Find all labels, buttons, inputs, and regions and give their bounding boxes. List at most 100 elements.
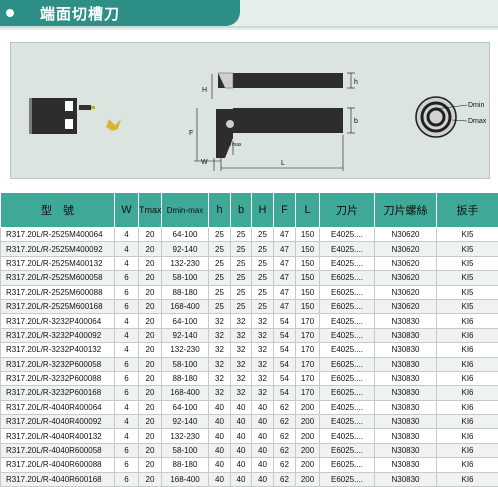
table-cell: 200: [296, 400, 320, 414]
table-cell: 20: [139, 357, 162, 371]
table-cell: 54: [274, 386, 296, 400]
table-cell: 4: [115, 429, 139, 443]
table-cell: 150: [296, 242, 320, 256]
table-row: R317.20L/R-3232P60005862058-100323232541…: [1, 357, 498, 371]
table-cell: 54: [274, 357, 296, 371]
model-cell: R317.20L/R-3232P600168: [1, 386, 115, 400]
table-row: R317.20L/R-3232P40009242092-140323232541…: [1, 328, 498, 342]
insert-chip-icon: [106, 119, 121, 131]
table-cell: 47: [274, 271, 296, 285]
table-cell: 4: [115, 228, 139, 242]
table-cell: 200: [296, 472, 320, 486]
table-cell: 20: [139, 458, 162, 472]
table-cell: 40: [209, 400, 231, 414]
table-row: R317.20L/R-2525M60008862088-180252525471…: [1, 285, 498, 299]
table-cell: KI6: [437, 314, 498, 328]
model-cell: R317.20L/R-4040R600168: [1, 472, 115, 486]
table-cell: 40: [209, 458, 231, 472]
table-cell: KI6: [437, 458, 498, 472]
model-cell: R317.20L/R-4040R400092: [1, 415, 115, 429]
table-cell: 32: [209, 343, 231, 357]
dim-label-dmin: Dmin: [468, 102, 484, 109]
table-cell: 47: [274, 285, 296, 299]
table-cell: 170: [296, 328, 320, 342]
table-cell: 62: [274, 415, 296, 429]
table-cell: N30620: [375, 271, 437, 285]
model-cell: R317.20L/R-4040R600088: [1, 458, 115, 472]
table-cell: 20: [139, 242, 162, 256]
table-cell: 20: [139, 386, 162, 400]
table-cell: 4: [115, 242, 139, 256]
table-cell: 40: [252, 443, 274, 457]
table-cell: 92-140: [162, 242, 209, 256]
table-cell: 62: [274, 472, 296, 486]
table-cell: KI5: [437, 285, 498, 299]
table-cell: 132-230: [162, 256, 209, 270]
table-cell: 62: [274, 400, 296, 414]
column-header: 扳手: [437, 193, 498, 228]
table-cell: 40: [252, 415, 274, 429]
model-cell: R317.20L/R-3232P400064: [1, 314, 115, 328]
table-cell: 64-100: [162, 400, 209, 414]
column-header: W: [115, 193, 139, 228]
table-cell: KI5: [437, 271, 498, 285]
table-cell: 150: [296, 256, 320, 270]
table-cell: 6: [115, 285, 139, 299]
holder-side-view: [194, 108, 355, 171]
table-cell: 200: [296, 443, 320, 457]
table-cell: N30830: [375, 343, 437, 357]
table-cell: 200: [296, 415, 320, 429]
table-cell: N30830: [375, 314, 437, 328]
table-cell: KI5: [437, 256, 498, 270]
table-cell: N30830: [375, 328, 437, 342]
table-cell: E6025....: [320, 386, 375, 400]
table-row: R317.20L/R-2525M40006442064-100252525471…: [1, 228, 498, 242]
table-cell: 25: [231, 242, 252, 256]
table-cell: 54: [274, 371, 296, 385]
table-cell: 32: [252, 357, 274, 371]
table-row: R317.20L/R-4040R600168620168-40040404062…: [1, 472, 498, 486]
table-cell: 88-180: [162, 285, 209, 299]
table-cell: 25: [252, 256, 274, 270]
table-cell: 32: [252, 328, 274, 342]
table-cell: E4025....: [320, 343, 375, 357]
table-cell: E6025....: [320, 285, 375, 299]
table-cell: 6: [115, 299, 139, 313]
table-cell: 20: [139, 472, 162, 486]
table-cell: 25: [252, 271, 274, 285]
dim-label-H: H: [202, 87, 207, 94]
model-cell: R317.20L/R-2525M600058: [1, 271, 115, 285]
model-cell: R317.20L/R-2525M400132: [1, 256, 115, 270]
table-cell: 47: [274, 228, 296, 242]
table-cell: E6025....: [320, 271, 375, 285]
table-cell: 4: [115, 314, 139, 328]
table-cell: KI5: [437, 228, 498, 242]
model-cell: R317.20L/R-2525M600088: [1, 285, 115, 299]
table-row: R317.20L/R-3232P40006442064-100323232541…: [1, 314, 498, 328]
table-cell: KI6: [437, 328, 498, 342]
table-cell: 88-180: [162, 458, 209, 472]
table-cell: 58-100: [162, 357, 209, 371]
table-cell: KI6: [437, 357, 498, 371]
table-cell: 32: [231, 343, 252, 357]
table-cell: 25: [209, 299, 231, 313]
column-header: 型 號: [1, 193, 115, 228]
column-header: L: [296, 193, 320, 228]
table-cell: 40: [231, 415, 252, 429]
table-row: R317.20L/R-2525M600168620168-40025252547…: [1, 299, 498, 313]
column-header: h: [209, 193, 231, 228]
table-cell: KI5: [437, 299, 498, 313]
table-cell: 132-230: [162, 343, 209, 357]
table-cell: 32: [209, 371, 231, 385]
table-cell: E4025....: [320, 400, 375, 414]
table-cell: 200: [296, 458, 320, 472]
table-cell: 62: [274, 443, 296, 457]
table-cell: 32: [209, 386, 231, 400]
table-cell: 168-400: [162, 472, 209, 486]
table-cell: N30620: [375, 299, 437, 313]
table-row: R317.20L/R-2525M40009242092-140252525471…: [1, 242, 498, 256]
title-bar: 端面切槽刀: [0, 0, 498, 30]
table-cell: 20: [139, 299, 162, 313]
table-cell: 54: [274, 314, 296, 328]
table-cell: 4: [115, 415, 139, 429]
